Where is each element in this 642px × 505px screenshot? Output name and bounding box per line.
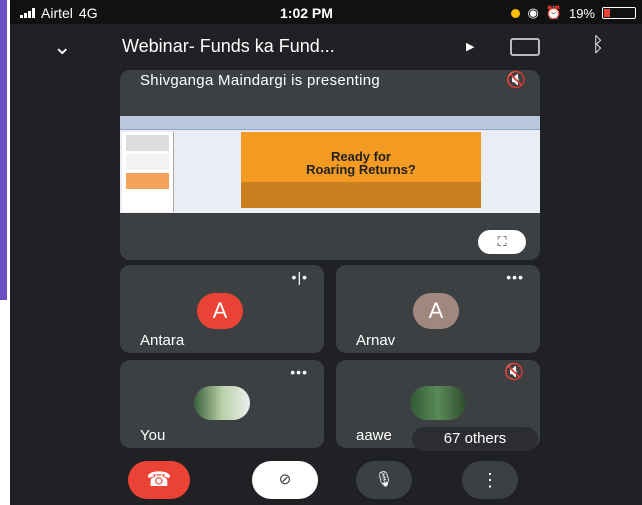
meeting-header: ⌄ Webinar- Funds ka Fund... ▶ ᛒ [10,24,642,68]
mic-off-icon: 🔇 [506,72,526,89]
avatar-photo [194,386,250,420]
participant-menu[interactable]: •|• [292,269,308,285]
microphone-icon: 🎙 [374,471,394,488]
slide-people-image [241,182,481,208]
more-vert-icon: ⋮ [481,470,499,490]
avatar-photo [410,386,466,420]
participant-tile-you[interactable]: ••• You [120,360,324,448]
office-ribbon [120,116,540,130]
shared-screen: Ready for Roaring Returns? [120,116,540,213]
participant-menu[interactable]: ••• [506,269,524,285]
video-off-icon: ⊘ [278,471,292,488]
fullscreen-icon[interactable]: ⛶ [478,230,526,254]
meeting-title: Webinar- Funds ka Fund... [122,36,335,56]
mic-off-icon: 🔇 [504,364,524,381]
status-right: ◉ ⏰ 19% [511,5,636,21]
participant-name: Antara [140,332,185,349]
network-type: 4G [78,5,98,21]
phone-screen: Airtel 4G 1:02 PM ◉ ⏰ 19% ⌄ Webinar- Fun… [10,0,642,505]
slide-title: Ready for Roaring Returns? [241,150,481,176]
participant-name: Arnav [356,332,396,349]
camera-switch-icon[interactable] [510,38,540,56]
presenter-label: Shivganga Maindargi is presenting [140,72,381,89]
app-root: Airtel 4G 1:02 PM ◉ ⏰ 19% ⌄ Webinar- Fun… [0,0,642,505]
recording-dot-icon [511,8,521,18]
chevron-down-icon[interactable]: ⌄ [53,34,71,60]
avatar: A [413,293,459,329]
mic-toggle-button[interactable]: 🎙 [356,461,412,499]
others-count-badge[interactable]: 67 others [412,427,538,451]
slide-title-line2: Roaring Returns? [306,162,416,177]
slide-canvas: Ready for Roaring Returns? [241,132,481,208]
status-bar: Airtel 4G 1:02 PM ◉ ⏰ 19% [10,0,642,24]
carrier-name: Airtel [41,5,73,21]
end-call-button[interactable]: ☎ [128,461,190,499]
participant-tile[interactable]: ••• A Arnav [336,265,540,353]
slide-thumbnails [122,132,174,212]
signal-icon [20,8,35,18]
more-options-button[interactable]: ⋮ [462,461,518,499]
hotspot-icon: ◉ [527,5,539,20]
left-edge-bar [0,0,7,300]
participant-tile[interactable]: •|• A Antara [120,265,324,353]
clock: 1:02 PM [280,5,333,21]
video-toggle-button[interactable]: ⊘ [252,461,318,499]
bluetooth-icon[interactable]: ᛒ [592,34,604,57]
participant-menu[interactable]: ••• [290,364,308,380]
participant-name: aawe [356,427,392,444]
alarm-icon: ⏰ [545,5,562,20]
play-icon[interactable]: ▶ [466,40,474,53]
call-controls: ☎ ⊘ 🎙 ⋮ [10,455,642,505]
battery-percent: 19% [568,5,595,21]
battery-icon [602,7,636,19]
participant-name: You [140,427,166,444]
status-left: Airtel 4G [20,5,98,21]
end-call-icon: ☎ [146,469,172,491]
avatar: A [197,293,243,329]
presentation-tile[interactable]: Shivganga Maindargi is presenting 🔇 Read… [120,70,540,260]
